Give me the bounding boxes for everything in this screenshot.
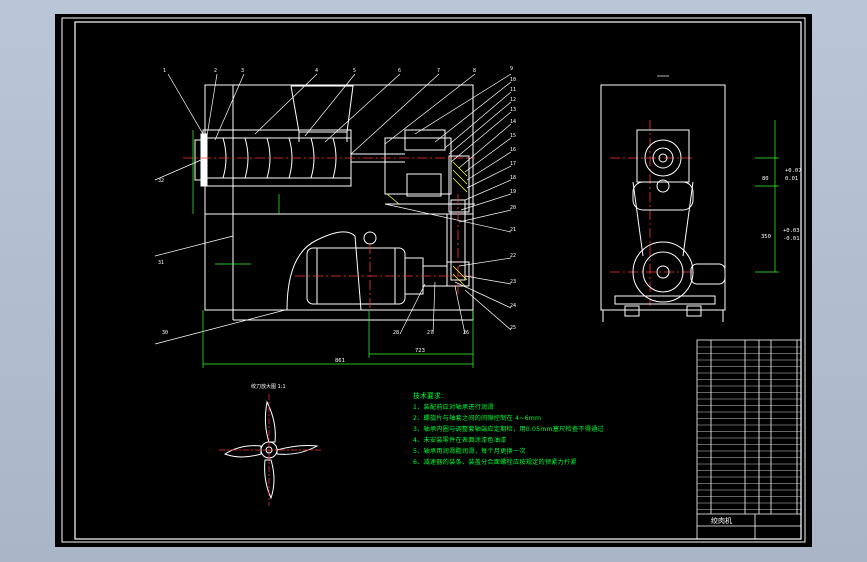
section-hatch: [386, 161, 468, 287]
balloon-22: 22: [510, 253, 516, 259]
balloon-2: 2: [214, 68, 217, 74]
tech-item-3: 3、轴承内圈与调整套轴端应定期检，用0.05mm塞尺检查不得通过: [413, 426, 604, 433]
balloon-13: 13: [510, 107, 516, 113]
balloon-3: 3: [241, 68, 244, 74]
balloon-16: 16: [510, 147, 516, 153]
balloon-18: 18: [510, 175, 516, 181]
dim-350: 350: [761, 234, 771, 240]
side-cabinet: [600, 84, 726, 311]
bom-rows: [697, 346, 801, 510]
balloon-28: 28: [393, 330, 399, 336]
tech-item-4: 4、未安装零件在表面涂漆色油漆: [413, 437, 507, 444]
tech-item-2: 2、螺旋片与轴套之间的间隙控制在 4~6mm: [413, 415, 542, 422]
title-block-name: 绞肉机: [711, 516, 732, 525]
balloon-6: 6: [398, 68, 401, 74]
bill-of-materials: [696, 339, 802, 540]
side-view: [600, 84, 726, 322]
cad-viewport[interactable]: 1 2 3 4 5 6 7 8 9 10 11 12 13 14 15 16 1…: [55, 14, 812, 547]
center-lines: [183, 120, 695, 310]
balloon-15: 15: [510, 133, 516, 139]
balloon-27: 27: [427, 330, 433, 336]
balloon-11: 11: [510, 87, 516, 93]
dim-motor-span: 723: [415, 348, 425, 354]
balloon-31: 31: [158, 260, 164, 266]
tech-heading: 技术要求:: [413, 392, 444, 400]
balloon-30: 30: [162, 330, 168, 336]
blade-left: [223, 445, 262, 458]
tech-item-5: 5、轴承用润滑脂润滑，每个月更换一次: [413, 448, 526, 455]
balloon-9: 9: [510, 66, 513, 72]
tech-item-1: 1、装配前应对轴承进行润滑: [413, 404, 494, 411]
cutter-plate: [200, 133, 208, 187]
tech-item-6: 6、减速器的装条、装盖分合面螺栓应按规定的预紧力拧紧: [413, 459, 577, 466]
balloon-25: 25: [510, 325, 516, 331]
motor-mount: [286, 231, 362, 311]
blade-top: [264, 400, 276, 443]
balloon-7: 7: [437, 68, 440, 74]
dim-lower-lower: -0.01: [783, 236, 800, 242]
dim-80: 80: [762, 176, 769, 182]
detail-label: 绞刀放大图 1:1: [251, 383, 286, 390]
dim-tol-lower: 0.01: [785, 176, 798, 182]
dimensions: [192, 120, 779, 368]
side-belt: [632, 181, 694, 257]
balloon-32: 32: [158, 178, 164, 184]
balloon-4: 4: [315, 68, 318, 74]
dim-tol-upper: +0.07: [785, 168, 802, 174]
front-view: [194, 84, 475, 321]
balloon-14: 14: [510, 119, 516, 125]
balloon-20: 20: [510, 205, 516, 211]
cutter-centers: [219, 394, 321, 506]
assembly-drawing: 1 2 3 4 5 6 7 8 9 10 11 12 13 14 15 16 1…: [61, 17, 806, 543]
balloon-17: 17: [510, 161, 516, 167]
balloon-26: 26: [463, 330, 469, 336]
balloon-21: 21: [510, 227, 516, 233]
balloon-5: 5: [353, 68, 356, 74]
balloon-10: 10: [510, 77, 516, 83]
balloon-24: 24: [510, 303, 516, 309]
balloon-8: 8: [473, 68, 476, 74]
balloon-23: 23: [510, 279, 516, 285]
dim-overall: 861: [335, 358, 345, 364]
balloon-1: 1: [163, 68, 166, 74]
balloon-12: 12: [510, 97, 516, 103]
dim-lower-upper: +0.03: [783, 228, 800, 234]
balloon-19: 19: [510, 189, 516, 195]
